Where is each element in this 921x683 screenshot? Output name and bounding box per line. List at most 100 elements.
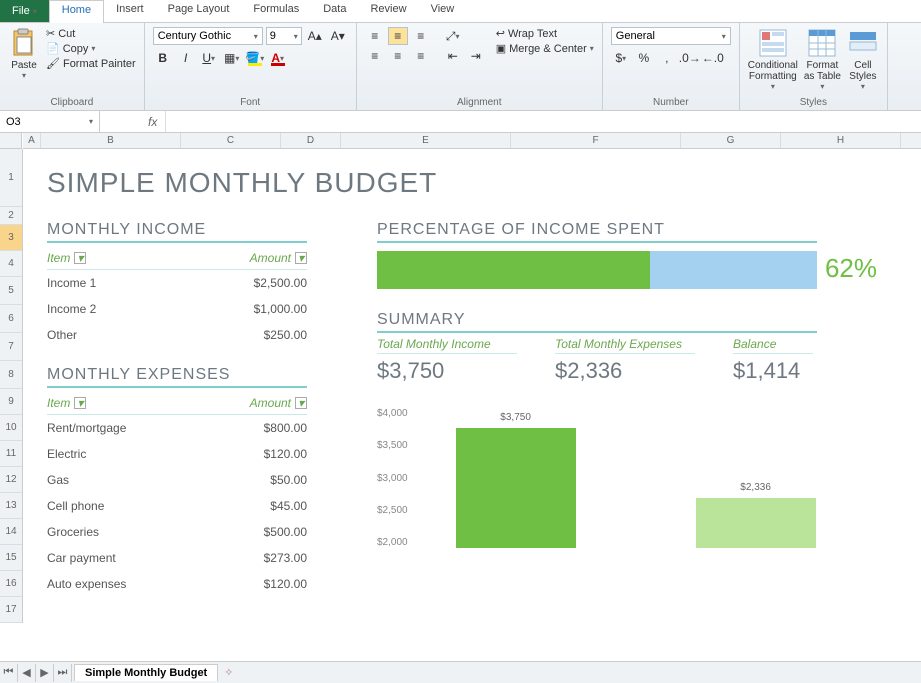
column-header[interactable]: B (41, 133, 181, 148)
tab-review[interactable]: Review (358, 0, 418, 22)
align-center-button[interactable]: ≡ (388, 47, 408, 65)
table-row[interactable]: Gas$50.00 (47, 467, 307, 493)
border-button[interactable]: ▦▾ (222, 49, 242, 67)
row-header[interactable]: 2 (0, 207, 22, 225)
number-format-select[interactable]: General▾ (611, 27, 731, 45)
new-sheet-button[interactable]: ✧ (218, 666, 239, 679)
table-row[interactable]: Electric$120.00 (47, 441, 307, 467)
row-header[interactable]: 6 (0, 305, 22, 333)
orientation-button[interactable]: ⤢▾ (443, 27, 463, 45)
sheet-nav-prev[interactable]: ◀ (18, 664, 36, 682)
summary-income-label: Total Monthly Income (377, 337, 517, 354)
align-top-button[interactable]: ≡ (365, 27, 385, 45)
filter-dropdown-icon[interactable]: ▾ (295, 397, 307, 409)
tab-data[interactable]: Data (311, 0, 358, 22)
column-header[interactable]: H (781, 133, 901, 148)
paste-button[interactable]: Paste▾ (8, 27, 40, 81)
group-label-styles: Styles (748, 95, 879, 110)
pct-fill (377, 251, 650, 289)
copy-button[interactable]: 📄Copy▾ (46, 42, 136, 55)
row-header[interactable]: 9 (0, 389, 22, 415)
column-header[interactable]: E (341, 133, 511, 148)
ribbon: File▾ Home Insert Page Layout Formulas D… (0, 0, 921, 111)
column-header[interactable]: A (23, 133, 41, 148)
conditional-formatting-button[interactable]: Conditional Formatting▾ (748, 27, 798, 92)
table-row[interactable]: Income 2$1,000.00 (47, 296, 307, 322)
row-header[interactable]: 16 (0, 571, 22, 597)
underline-button[interactable]: U▾ (199, 49, 219, 67)
merge-center-button[interactable]: ▣Merge & Center▾ (496, 42, 594, 55)
align-right-button[interactable]: ≡ (411, 47, 431, 65)
align-left-button[interactable]: ≡ (365, 47, 385, 65)
italic-button[interactable]: I (176, 49, 196, 67)
name-box[interactable]: O3▾ (0, 111, 100, 132)
group-clipboard: Paste▾ ✂Cut 📄Copy▾ 🖌Format Painter Clipb… (0, 23, 145, 110)
file-tab[interactable]: File▾ (0, 0, 49, 22)
pct-heading: PERCENTAGE OF INCOME SPENT (377, 221, 817, 243)
row-header[interactable]: 13 (0, 493, 22, 519)
comma-button[interactable]: , (657, 49, 677, 67)
row-header[interactable]: 15 (0, 545, 22, 571)
decrease-indent-button[interactable]: ⇤ (443, 47, 463, 65)
group-label-number: Number (611, 95, 731, 110)
cut-button[interactable]: ✂Cut (46, 27, 136, 40)
table-row[interactable]: Other$250.00 (47, 322, 307, 348)
row-header[interactable]: 3 (0, 225, 22, 251)
bold-button[interactable]: B (153, 49, 173, 67)
align-middle-button[interactable]: ≡ (388, 27, 408, 45)
column-headers: ABCDEFGH (23, 133, 921, 149)
tab-view[interactable]: View (419, 0, 467, 22)
row-header[interactable]: 12 (0, 467, 22, 493)
shrink-font-button[interactable]: A▾ (328, 27, 348, 45)
format-painter-button[interactable]: 🖌Format Painter (46, 57, 136, 70)
column-header[interactable]: D (281, 133, 341, 148)
tab-page-layout[interactable]: Page Layout (156, 0, 242, 22)
table-row[interactable]: Car payment$273.00 (47, 545, 307, 571)
tab-home[interactable]: Home (49, 0, 104, 23)
row-header[interactable]: 11 (0, 441, 22, 467)
select-all-corner[interactable] (0, 133, 22, 149)
font-size-select[interactable]: 9▾ (266, 27, 302, 45)
row-header[interactable]: 17 (0, 597, 22, 623)
wrap-text-button[interactable]: ↩Wrap Text (496, 27, 594, 40)
table-row[interactable]: Cell phone$45.00 (47, 493, 307, 519)
decrease-decimal-button[interactable]: ←.0 (703, 49, 723, 67)
sheet-nav-next[interactable]: ▶ (36, 664, 54, 682)
row-header[interactable]: 4 (0, 251, 22, 277)
column-header[interactable]: G (681, 133, 781, 148)
sheet-nav-first[interactable]: ⏮ (0, 664, 18, 682)
font-color-button[interactable]: A▾ (268, 49, 288, 67)
increase-decimal-button[interactable]: .0→ (680, 49, 700, 67)
sheet-tab[interactable]: Simple Monthly Budget (74, 664, 218, 681)
grow-font-button[interactable]: A▴ (305, 27, 325, 45)
align-bottom-button[interactable]: ≡ (411, 27, 431, 45)
table-row[interactable]: Income 1$2,500.00 (47, 270, 307, 296)
increase-indent-button[interactable]: ⇥ (466, 47, 486, 65)
format-as-table-button[interactable]: Format as Table▾ (804, 27, 841, 92)
formula-input[interactable] (165, 111, 921, 132)
column-header[interactable]: F (511, 133, 681, 148)
sheet-nav-last[interactable]: ⏭ (54, 664, 72, 682)
font-family-select[interactable]: Century Gothic▾ (153, 27, 263, 45)
row-header[interactable]: 7 (0, 333, 22, 361)
fill-color-button[interactable]: 🪣▾ (245, 49, 265, 67)
table-row[interactable]: Groceries$500.00 (47, 519, 307, 545)
row-header[interactable]: 8 (0, 361, 22, 389)
tab-insert[interactable]: Insert (104, 0, 156, 22)
filter-dropdown-icon[interactable]: ▾ (74, 252, 86, 264)
group-font: Century Gothic▾ 9▾ A▴ A▾ B I U▾ ▦▾ 🪣▾ A▾… (145, 23, 357, 110)
table-row[interactable]: Rent/mortgage$800.00 (47, 415, 307, 441)
row-header[interactable]: 10 (0, 415, 22, 441)
filter-dropdown-icon[interactable]: ▾ (295, 252, 307, 264)
cell-styles-button[interactable]: Cell Styles▾ (847, 27, 879, 92)
percent-button[interactable]: % (634, 49, 654, 67)
row-header[interactable]: 5 (0, 277, 22, 305)
filter-dropdown-icon[interactable]: ▾ (74, 397, 86, 409)
row-header[interactable]: 1 (0, 149, 22, 207)
currency-button[interactable]: $▾ (611, 49, 631, 67)
fx-label[interactable]: fx (140, 115, 165, 129)
table-row[interactable]: Auto expenses$120.00 (47, 571, 307, 597)
tab-formulas[interactable]: Formulas (241, 0, 311, 22)
column-header[interactable]: C (181, 133, 281, 148)
row-header[interactable]: 14 (0, 519, 22, 545)
